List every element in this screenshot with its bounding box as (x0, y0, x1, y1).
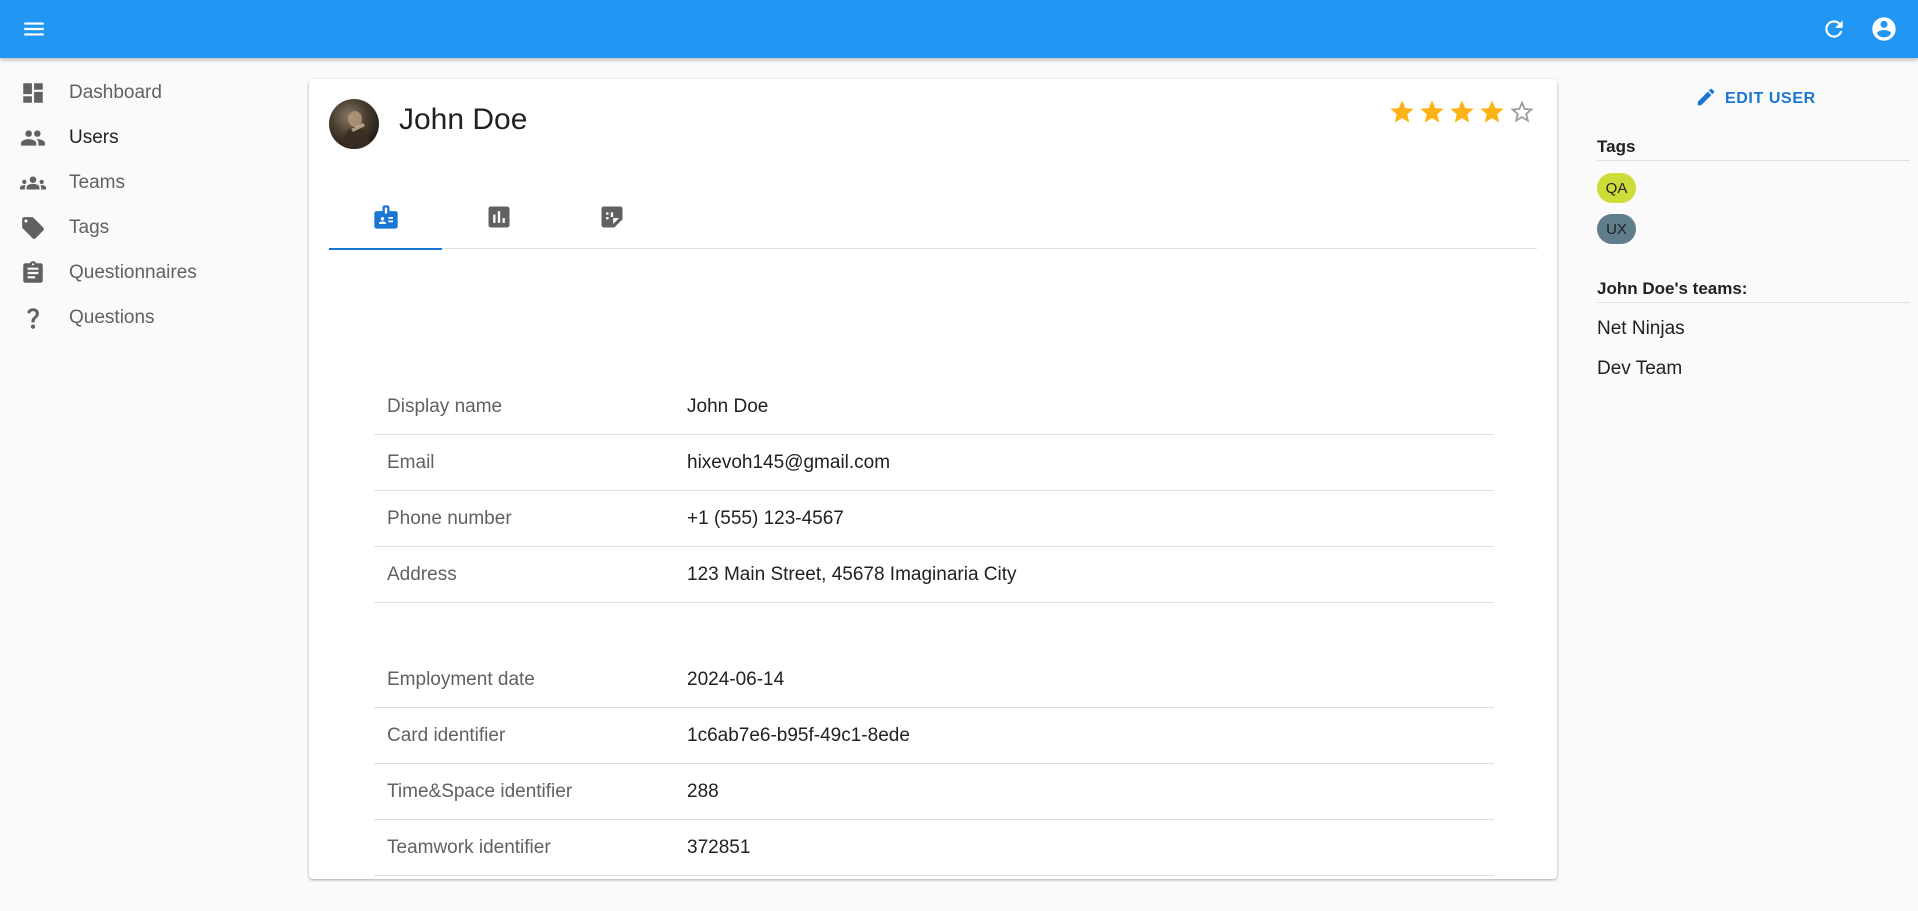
sidebar-nav: Dashboard Users Teams Tags Questionnaire… (0, 70, 290, 340)
account-circle-icon[interactable] (1868, 13, 1900, 45)
user-name-heading: John Doe (399, 103, 528, 136)
clipboard-icon (20, 260, 46, 286)
sidebar-item-dashboard[interactable]: Dashboard (0, 70, 290, 115)
dashboard-icon (20, 80, 46, 106)
menu-icon[interactable] (18, 13, 50, 45)
detail-value: 2024-06-14 (687, 669, 785, 690)
detail-label: Email (387, 452, 435, 473)
sidebar-item-users[interactable]: Users (0, 115, 290, 160)
contact-card-icon (372, 203, 400, 236)
tab-contact-info[interactable] (329, 189, 442, 250)
team-link-net-ninjas[interactable]: Net Ninjas (1597, 318, 1685, 340)
question-mark-icon (20, 305, 46, 331)
tags-section-title: Tags (1597, 137, 1910, 161)
detail-value: hixevoh145@gmail.com (687, 452, 891, 473)
detail-value: John Doe (687, 396, 769, 417)
table-row: Card identifier 1c6ab7e6-b95f-49c1-8ede (374, 708, 1494, 764)
detail-value: 288 (687, 781, 719, 802)
teams-icon (20, 170, 46, 196)
sidebar-item-label: Users (69, 126, 119, 148)
contact-details-table: Display name John Doe Email hixevoh145@g… (374, 379, 1494, 603)
teams-section-title: John Doe's teams: (1597, 279, 1910, 303)
tag-chip-ux[interactable]: UX (1597, 214, 1636, 244)
star-filled-icon[interactable] (1477, 97, 1507, 127)
detail-label: Time&Space identifier (387, 781, 573, 802)
sidebar-item-label: Questions (69, 306, 155, 328)
sidebar-item-label: Questionnaires (69, 261, 197, 283)
avatar (329, 99, 379, 149)
refresh-icon[interactable] (1818, 13, 1850, 45)
users-icon (20, 125, 46, 151)
sidebar-item-label: Teams (69, 171, 125, 193)
profile-tabs (329, 189, 1537, 250)
table-row: Display name John Doe (374, 379, 1494, 435)
team-link-dev-team[interactable]: Dev Team (1597, 358, 1682, 380)
sidebar-item-label: Dashboard (69, 81, 162, 103)
tab-notes[interactable] (555, 189, 668, 249)
detail-value: 372851 (687, 837, 751, 858)
detail-label: Phone number (387, 508, 512, 529)
table-row: Teamwork identifier 372851 (374, 820, 1494, 876)
bar-chart-icon (485, 203, 513, 236)
table-row: Phone number +1 (555) 123-4567 (374, 491, 1494, 547)
sidebar-item-tags[interactable]: Tags (0, 205, 290, 250)
tab-statistics[interactable] (442, 189, 555, 249)
detail-value: +1 (555) 123-4567 (687, 508, 844, 529)
app-bar (0, 0, 1918, 58)
tag-icon (20, 215, 46, 241)
sidebar-item-teams[interactable]: Teams (0, 160, 290, 205)
table-row: Employment date 2024-06-14 (374, 652, 1494, 708)
star-filled-icon[interactable] (1387, 97, 1417, 127)
rating-stars[interactable] (1387, 97, 1537, 127)
star-filled-icon[interactable] (1447, 97, 1477, 127)
sidebar-item-label: Tags (69, 216, 110, 238)
detail-value: 123 Main Street, 45678 Imaginaria City (687, 564, 1017, 585)
detail-label: Display name (387, 396, 503, 417)
detail-label: Employment date (387, 669, 535, 690)
detail-label: Card identifier (387, 725, 506, 746)
table-row: Time&Space identifier 288 (374, 764, 1494, 820)
star-filled-icon[interactable] (1417, 97, 1447, 127)
employment-details-table: Employment date 2024-06-14 Card identifi… (374, 652, 1494, 876)
detail-label: Address (387, 564, 457, 585)
detail-value: 1c6ab7e6-b95f-49c1-8ede (687, 725, 910, 746)
edit-user-label: EDIT USER (1725, 90, 1816, 107)
tag-chip-qa[interactable]: QA (1597, 173, 1636, 203)
pencil-icon (1695, 86, 1717, 113)
user-profile-card: John Doe Display name John Doe Email hix… (309, 79, 1557, 879)
table-row: Email hixevoh145@gmail.com (374, 435, 1494, 491)
star-empty-icon[interactable] (1507, 97, 1537, 127)
edit-user-button[interactable]: EDIT USER (1695, 84, 1816, 114)
detail-label: Teamwork identifier (387, 837, 551, 858)
sidebar-item-questions[interactable]: Questions (0, 295, 290, 340)
note-icon (598, 203, 626, 236)
sidebar-item-questionnaires[interactable]: Questionnaires (0, 250, 290, 295)
table-row: Address 123 Main Street, 45678 Imaginari… (374, 547, 1494, 603)
